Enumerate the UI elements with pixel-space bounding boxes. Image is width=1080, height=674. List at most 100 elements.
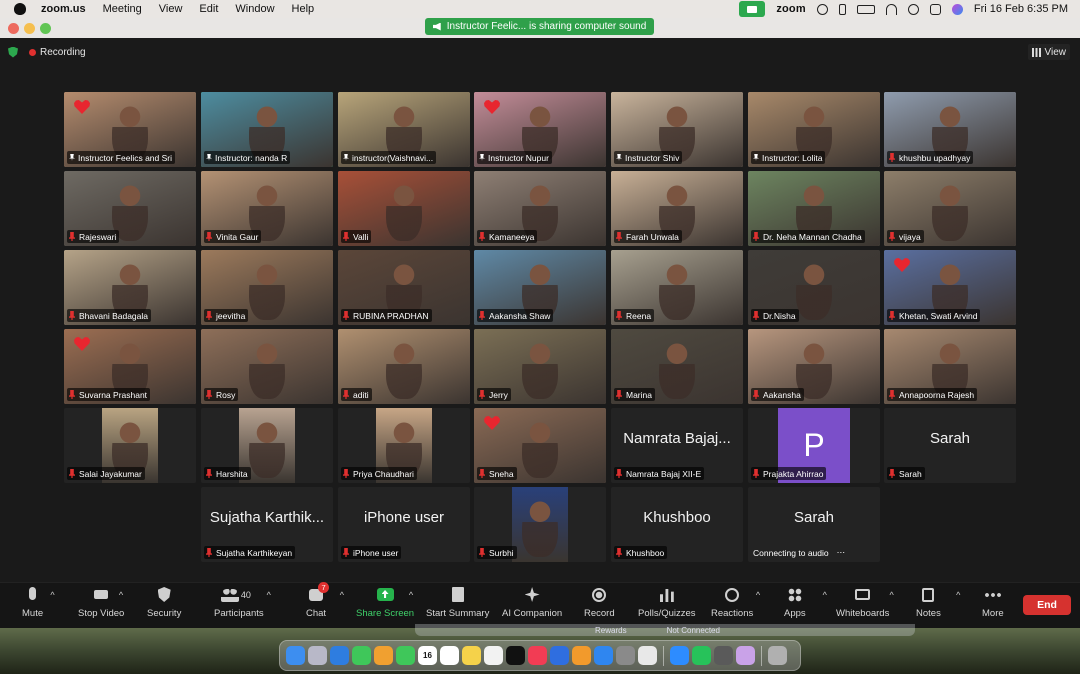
participant-tile[interactable]: Reena bbox=[611, 250, 743, 325]
menu-window[interactable]: Window bbox=[235, 3, 274, 15]
participant-tile[interactable]: Sarah Sarah bbox=[884, 408, 1016, 483]
participant-tile[interactable]: Instructor Feelics and Sri bbox=[64, 92, 196, 167]
participant-tile[interactable]: Annapoorna Rajesh bbox=[884, 329, 1016, 404]
participant-tile[interactable]: Vinita Gaur bbox=[201, 171, 333, 246]
chevron-up-icon[interactable]: ^ bbox=[340, 590, 344, 600]
recording-label[interactable]: Recording bbox=[40, 47, 86, 58]
participant-tile[interactable]: Instructor: Lolita bbox=[748, 92, 880, 167]
chevron-up-icon[interactable]: ^ bbox=[50, 590, 54, 600]
view-button[interactable]: View bbox=[1027, 44, 1070, 60]
launchpad-icon[interactable] bbox=[308, 646, 327, 665]
zoom-camera-status-icon[interactable] bbox=[739, 1, 766, 17]
search-icon[interactable] bbox=[907, 3, 919, 15]
facetime-icon[interactable] bbox=[396, 646, 415, 665]
participant-tile[interactable]: Aakansha bbox=[748, 329, 880, 404]
calendar-icon[interactable]: 16 bbox=[418, 646, 437, 665]
participant-tile[interactable]: Salai Jayakumar bbox=[64, 408, 196, 483]
end-meeting-button[interactable]: End bbox=[1023, 595, 1071, 615]
participant-tile[interactable]: Kamaneeya bbox=[474, 171, 606, 246]
menu-edit[interactable]: Edit bbox=[199, 3, 218, 15]
participant-tile[interactable]: Khushboo Khushboo bbox=[611, 487, 743, 562]
control-center-icon[interactable] bbox=[929, 3, 941, 15]
chevron-up-icon[interactable]: ^ bbox=[267, 590, 271, 600]
participant-tile[interactable]: Aakansha Shaw bbox=[474, 250, 606, 325]
notes-button[interactable]: ^ Notes bbox=[916, 587, 960, 627]
minimize-window-icon[interactable] bbox=[24, 23, 35, 34]
safari-icon[interactable] bbox=[330, 646, 349, 665]
close-window-icon[interactable] bbox=[8, 23, 19, 34]
participant-tile[interactable]: Surbhi bbox=[474, 487, 606, 562]
participant-tile[interactable]: vijaya bbox=[884, 171, 1016, 246]
participant-tile[interactable]: Jerry bbox=[474, 329, 606, 404]
zoom-status-label[interactable]: zoom bbox=[776, 3, 806, 15]
participant-tile[interactable]: Sujatha Karthik... Sujatha Karthikeyan bbox=[201, 487, 333, 562]
pages-icon[interactable] bbox=[572, 646, 591, 665]
participant-tile[interactable]: Sarah Connecting to audio ⋯ bbox=[748, 487, 880, 562]
participant-tile[interactable]: instructor(Vaishnavi... bbox=[338, 92, 470, 167]
tile-more-icon[interactable]: ⋯ bbox=[837, 547, 846, 558]
participant-tile[interactable]: Bhavani Badagala bbox=[64, 250, 196, 325]
menu-meeting[interactable]: Meeting bbox=[103, 3, 142, 15]
participant-tile[interactable]: Namrata Bajaj... Namrata Bajaj XII-E bbox=[611, 408, 743, 483]
chevron-up-icon[interactable]: ^ bbox=[956, 590, 960, 600]
keynote-icon[interactable] bbox=[550, 646, 569, 665]
participant-tile[interactable]: jeevitha bbox=[201, 250, 333, 325]
chevron-up-icon[interactable]: ^ bbox=[889, 590, 893, 600]
participant-tile[interactable]: Instructor Shiv bbox=[611, 92, 743, 167]
participant-tile[interactable]: Instructor Nupur bbox=[474, 92, 606, 167]
participants-button[interactable]: 40 ^ Participants bbox=[214, 587, 271, 627]
play-status-icon[interactable] bbox=[816, 3, 828, 15]
apps-button[interactable]: ^ Apps bbox=[784, 587, 827, 627]
zoom-icon[interactable] bbox=[670, 646, 689, 665]
participant-tile[interactable]: Harshita bbox=[201, 408, 333, 483]
preview-icon[interactable] bbox=[736, 646, 755, 665]
freeform-icon[interactable] bbox=[484, 646, 503, 665]
chevron-up-icon[interactable]: ^ bbox=[119, 590, 123, 600]
tv-icon[interactable] bbox=[506, 646, 525, 665]
trash-icon[interactable] bbox=[768, 646, 787, 665]
share-screen-button[interactable]: ^ Share Screen bbox=[356, 587, 414, 627]
participant-tile[interactable]: Valli bbox=[338, 171, 470, 246]
participant-tile[interactable]: Marina bbox=[611, 329, 743, 404]
participant-tile[interactable]: Priya Chaudhari bbox=[338, 408, 470, 483]
reminders-icon[interactable] bbox=[440, 646, 459, 665]
participant-tile[interactable]: Dr.Nisha bbox=[748, 250, 880, 325]
participant-tile[interactable]: Instructor: nanda R bbox=[201, 92, 333, 167]
start-summary-button[interactable]: Start Summary bbox=[426, 587, 489, 627]
participant-tile[interactable]: P Prajakta Ahirrao bbox=[748, 408, 880, 483]
chevron-up-icon[interactable]: ^ bbox=[823, 590, 827, 600]
participant-tile[interactable]: Dr. Neha Mannan Chadha bbox=[748, 171, 880, 246]
participant-tile[interactable]: RUBINA PRADHAN bbox=[338, 250, 470, 325]
participant-tile[interactable]: Sneha bbox=[474, 408, 606, 483]
participant-tile[interactable]: iPhone user iPhone user bbox=[338, 487, 470, 562]
polls-quizzes-button[interactable]: Polls/Quizzes bbox=[638, 587, 696, 627]
siri-icon[interactable] bbox=[951, 3, 963, 15]
participant-tile[interactable]: Farah Unwala bbox=[611, 171, 743, 246]
participant-tile[interactable]: aditi bbox=[338, 329, 470, 404]
notes-icon[interactable] bbox=[462, 646, 481, 665]
quicktime-icon[interactable] bbox=[714, 646, 733, 665]
chat-button[interactable]: 7 ^ Chat bbox=[306, 582, 344, 627]
whatsapp-icon[interactable] bbox=[692, 646, 711, 665]
participant-tile[interactable]: khushbu upadhyay bbox=[884, 92, 1016, 167]
encryption-shield-icon[interactable] bbox=[8, 46, 18, 58]
reactions-button[interactable]: ^ Reactions bbox=[711, 587, 760, 627]
photos-icon[interactable] bbox=[374, 646, 393, 665]
computer-sound-share-banner[interactable]: Instructor Feelic... is sharing computer… bbox=[425, 18, 654, 35]
ai-companion-button[interactable]: AI Companion bbox=[502, 587, 562, 627]
menu-help[interactable]: Help bbox=[292, 3, 315, 15]
participant-tile[interactable]: Rosy bbox=[201, 329, 333, 404]
mute-button[interactable]: ^ Mute bbox=[22, 587, 55, 627]
whiteboards-button[interactable]: ^ Whiteboards bbox=[836, 587, 894, 627]
bluetooth-icon[interactable] bbox=[838, 3, 846, 15]
wifi-icon[interactable] bbox=[885, 3, 897, 15]
more-button[interactable]: More bbox=[982, 587, 1004, 627]
participant-tile[interactable]: Rajeswari bbox=[64, 171, 196, 246]
chevron-up-icon[interactable]: ^ bbox=[756, 590, 760, 600]
fullscreen-window-icon[interactable] bbox=[40, 23, 51, 34]
chrome-icon[interactable] bbox=[638, 646, 657, 665]
messages-icon[interactable] bbox=[352, 646, 371, 665]
record-button[interactable]: Record bbox=[584, 587, 615, 627]
menu-view[interactable]: View bbox=[159, 3, 183, 15]
appstore-icon[interactable] bbox=[594, 646, 613, 665]
